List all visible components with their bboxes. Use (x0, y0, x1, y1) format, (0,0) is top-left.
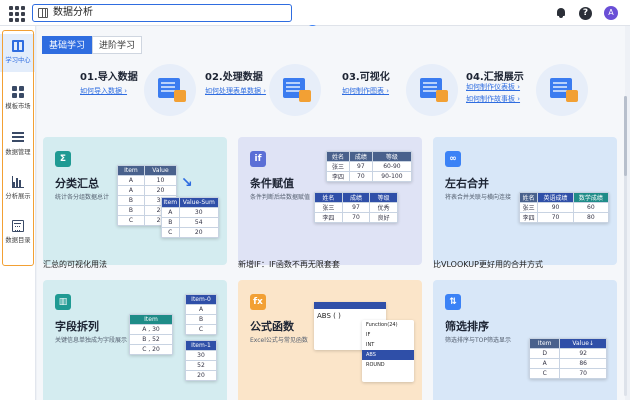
tab-basic[interactable]: 基础学习 (42, 36, 93, 54)
card-formula-functions[interactable]: fx 公式函数 Excel公式与常见函数 ABS ( ) Function(24… (238, 280, 422, 400)
card-split-columns[interactable]: ▥ 字段拆列 关键信息单独成为字段展示 Item A , 30 B , 52 C… (43, 280, 227, 400)
merge-icon: ∞ (445, 151, 461, 167)
search-value: 数据分析 (53, 7, 93, 18)
result-table: Item Value-Sum A 30 B 54 C 20 (161, 197, 219, 238)
card-subtitle: 条件判断后给数据赋值 (250, 194, 311, 201)
help-icon[interactable]: ? (579, 6, 592, 20)
function-menu-item[interactable]: IF (362, 330, 414, 340)
sum-icon: Σ (55, 151, 71, 167)
card-filter-sort[interactable]: ⇅ 筛选排序 筛选排序与TOP筛选显示 Item Value↓ D 92 A 86 C… (433, 280, 617, 400)
search-input[interactable]: 数据分析 (32, 4, 292, 22)
sidebar: 学习中心 模板市场 数据管理 分析展示 数据目录 (0, 26, 36, 400)
step-process: 02.处理数据 如何处理表单数据 › (167, 58, 321, 124)
scrollbar-thumb[interactable] (624, 96, 627, 176)
bell-icon[interactable] (555, 7, 567, 19)
step-visualize: 03.可视化 如何制作图表 › (304, 58, 458, 124)
step-title: 03.可视化 (342, 72, 390, 83)
card-subtitle: 筛选排序与TOP筛选显示 (445, 337, 512, 344)
card-title: 筛选排序 (445, 320, 489, 333)
function-menu: Function(24) IF INT ABS ROUND (362, 320, 414, 382)
step-link[interactable]: 如何制作仪表板 › (466, 82, 520, 92)
learning-tabs: 基础学习 进阶学习 (42, 36, 143, 54)
card-caption[interactable]: 新增IF：IF函数不再无限套套 (238, 259, 340, 270)
source-table: Item A , 30 B , 52 C , 20 (129, 314, 173, 355)
learning-steps: 01.导入数据 如何导入数据 › 02.处理数据 如何处理表单数据 › 03.可… (42, 58, 612, 124)
sidebar-highlight-frame (2, 30, 34, 266)
tab-advanced[interactable]: 进阶学习 (92, 36, 143, 54)
function-menu-item[interactable]: ROUND (362, 360, 414, 370)
fx-icon: fx (250, 294, 266, 310)
card-conditional-assign[interactable]: if 条件赋值 条件判断后给数据赋值 姓名 成绩 等级 张三 97 60-90 李四 70… (238, 137, 422, 265)
step-link[interactable]: 如何制作图表 › (342, 86, 389, 96)
split-table-0: Item-0 A B C (185, 294, 217, 335)
card-title: 左右合并 (445, 177, 489, 190)
card-title: 分类汇总 (55, 177, 99, 190)
card-caption[interactable]: 比VLOOKUP更好用的合并方式 (433, 259, 543, 270)
card-subtitle: 统计各分组数据总计 (55, 194, 110, 201)
step-link[interactable]: 如何制作故事板 › (466, 94, 520, 104)
arrow-icon: ↘ (181, 175, 193, 191)
step-title: 04.汇报展示 (466, 72, 524, 83)
card-title: 字段拆列 (55, 320, 99, 333)
step-link[interactable]: 如何处理表单数据 › (205, 86, 266, 96)
card-merge[interactable]: ∞ 左右合并 将表合并关联与横向连接 姓名 英语成绩 数学成绩 张三 90 60 李四 7… (433, 137, 617, 265)
header-actions: ? A (555, 6, 618, 20)
card-subtitle: 关键信息单独成为字段展示 (55, 337, 128, 344)
card-subtitle: Excel公式与常见函数 (250, 337, 308, 344)
if-icon: if (250, 151, 266, 167)
step-title: 02.处理数据 (205, 72, 263, 83)
merged-table: 姓名 英语成绩 数学成绩 张三 90 60 李四 70 80 (518, 192, 610, 223)
app-grid-icon[interactable] (8, 5, 25, 22)
split-icon: ▥ (55, 294, 71, 310)
report-illustration (536, 64, 588, 116)
source-table: 姓名 成绩 等级 张三 97 60-90 李四 70 90-100 (326, 151, 413, 182)
split-table-1: Item-1 30 52 20 (185, 340, 217, 381)
function-menu-item[interactable]: Function(24) (362, 320, 414, 330)
card-caption[interactable]: 汇总的可视化用法 (43, 259, 107, 270)
function-menu-item[interactable]: ABS (362, 350, 414, 360)
avatar[interactable]: A (604, 6, 618, 20)
function-menu-item[interactable]: INT (362, 340, 414, 350)
card-subtitle: 将表合并关联与横向连接 (445, 194, 512, 201)
card-title: 公式函数 (250, 320, 294, 333)
card-group-summary[interactable]: Σ 分类汇总 统计各分组数据总计 ItemValue A10 A20 B30 B… (43, 137, 227, 265)
result-table: 姓名 成绩 等级 张三 97 优秀 李四 70 良好 (314, 192, 398, 223)
sorted-table: Item Value↓ D 92 A 86 C 70 (528, 338, 607, 379)
top-bar: 数据分析 ? A (0, 0, 630, 26)
step-link[interactable]: 如何导入数据 › (80, 86, 127, 96)
sheet-icon (38, 8, 48, 18)
step-import: 01.导入数据 如何导入数据 › (42, 58, 196, 124)
card-title: 条件赋值 (250, 177, 294, 190)
filter-icon: ⇅ (445, 294, 461, 310)
step-title: 01.导入数据 (80, 72, 138, 83)
step-report: 04.汇报展示 如何制作仪表板 › 如何制作故事板 › (428, 58, 588, 124)
